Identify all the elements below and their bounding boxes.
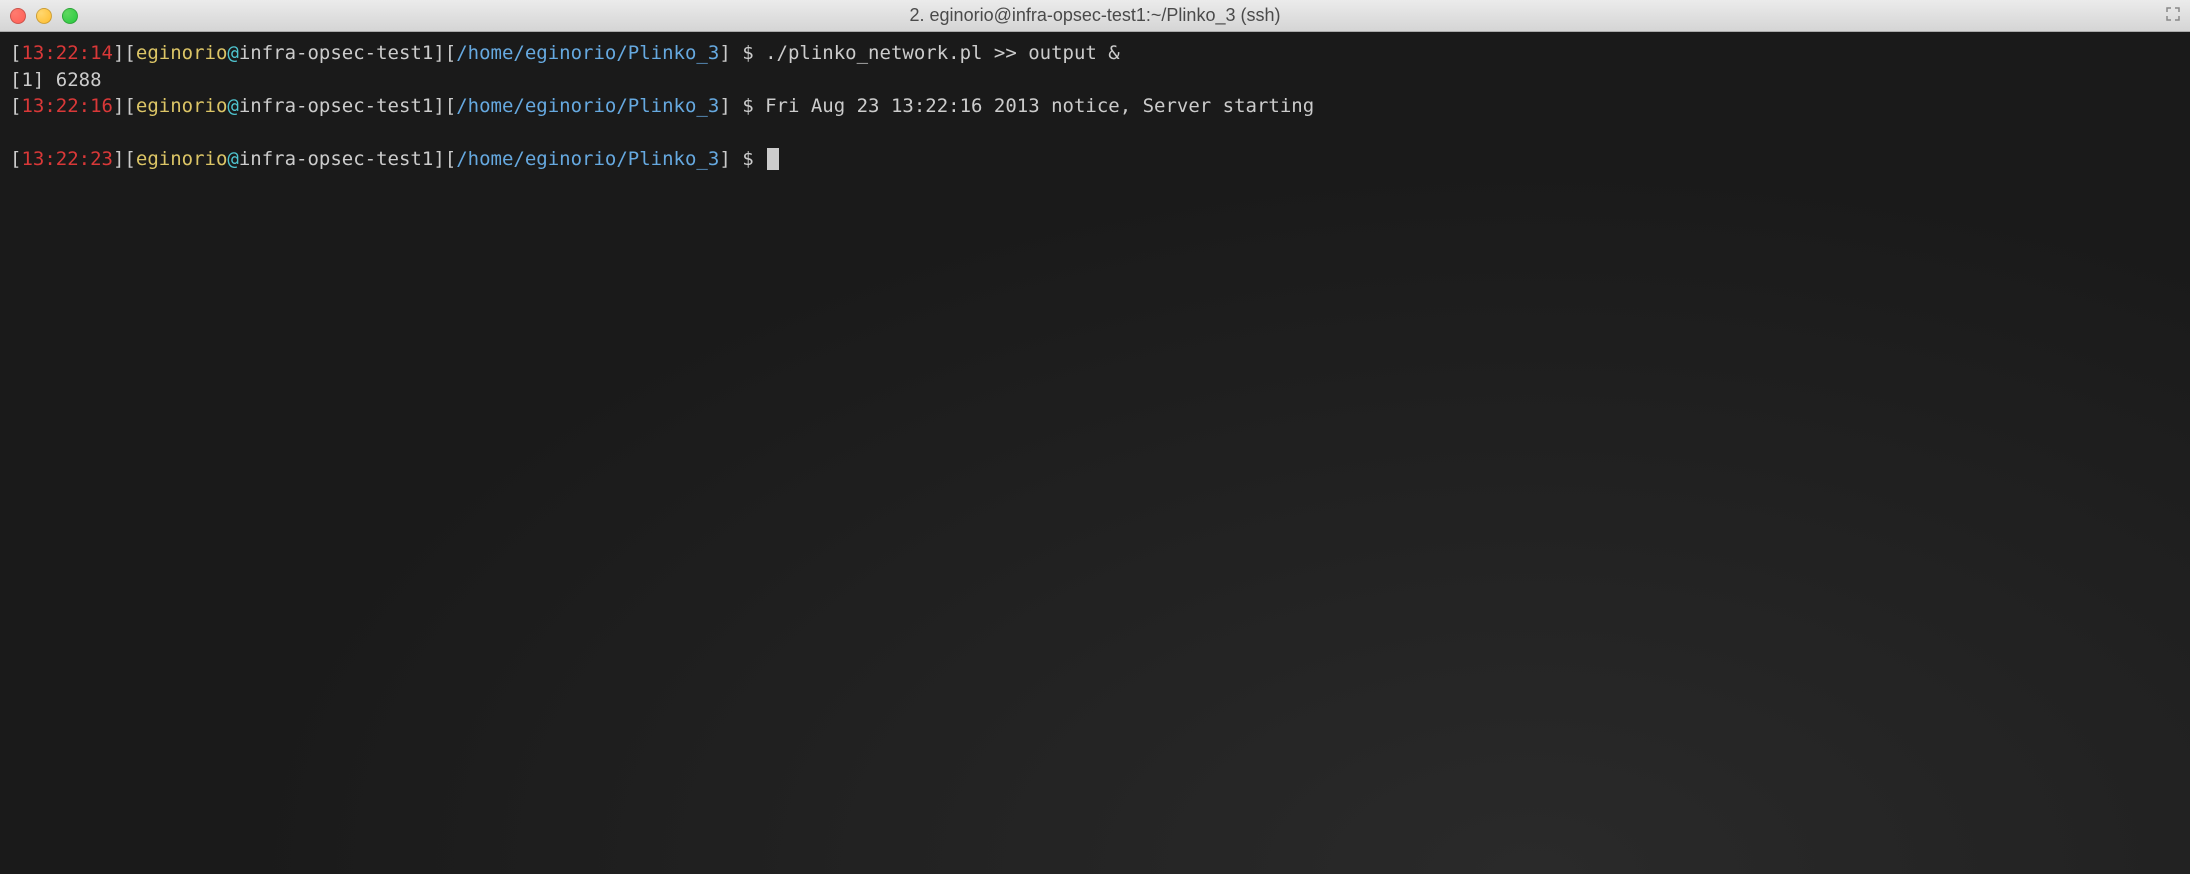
bracket: [ bbox=[124, 95, 135, 117]
terminal-line: [13:22:14][eginorio@infra-opsec-test1][/… bbox=[10, 40, 2180, 67]
bracket: ] bbox=[113, 95, 124, 117]
command-text: Fri Aug 23 13:22:16 2013 notice, Server … bbox=[765, 95, 1314, 117]
bracket: ] bbox=[113, 42, 124, 64]
prompt-dollar: $ bbox=[731, 95, 765, 117]
bracket: ] bbox=[719, 42, 730, 64]
cursor bbox=[767, 148, 779, 170]
prompt-dollar: $ bbox=[731, 148, 765, 170]
command-text: ./plinko_network.pl >> output & bbox=[765, 42, 1120, 64]
terminal-line: [13:22:23][eginorio@infra-opsec-test1][/… bbox=[10, 146, 2180, 173]
prompt-user: eginorio bbox=[136, 95, 228, 117]
terminal-line: [13:22:16][eginorio@infra-opsec-test1][/… bbox=[10, 93, 2180, 120]
bracket: ] bbox=[113, 148, 124, 170]
close-button[interactable] bbox=[10, 8, 26, 24]
at-symbol: @ bbox=[227, 148, 238, 170]
prompt-host: infra-opsec-test1 bbox=[239, 42, 433, 64]
bracket: [ bbox=[445, 95, 456, 117]
bracket: [ bbox=[124, 42, 135, 64]
bracket: [ bbox=[10, 148, 21, 170]
bracket: [ bbox=[10, 95, 21, 117]
prompt-host: infra-opsec-test1 bbox=[239, 148, 433, 170]
maximize-button[interactable] bbox=[62, 8, 78, 24]
bracket: [ bbox=[445, 42, 456, 64]
prompt-host: infra-opsec-test1 bbox=[239, 95, 433, 117]
terminal-content[interactable]: [13:22:14][eginorio@infra-opsec-test1][/… bbox=[0, 32, 2190, 874]
terminal-line bbox=[10, 120, 2180, 147]
prompt-time: 13:22:16 bbox=[21, 95, 113, 117]
prompt-path: /home/eginorio/Plinko_3 bbox=[456, 95, 719, 117]
prompt-user: eginorio bbox=[136, 42, 228, 64]
at-symbol: @ bbox=[227, 95, 238, 117]
bracket: ] bbox=[719, 95, 730, 117]
window-title: 2. eginorio@infra-opsec-test1:~/Plinko_3… bbox=[910, 5, 1281, 26]
terminal-line: [1] 6288 bbox=[10, 67, 2180, 94]
minimize-button[interactable] bbox=[36, 8, 52, 24]
bracket: ] bbox=[433, 148, 444, 170]
prompt-time: 13:22:23 bbox=[21, 148, 113, 170]
bracket: ] bbox=[433, 42, 444, 64]
prompt-user: eginorio bbox=[136, 148, 228, 170]
bracket: [ bbox=[10, 42, 21, 64]
bracket: ] bbox=[719, 148, 730, 170]
bracket: ] bbox=[433, 95, 444, 117]
prompt-dollar: $ bbox=[731, 42, 765, 64]
prompt-path: /home/eginorio/Plinko_3 bbox=[456, 42, 719, 64]
expand-icon[interactable] bbox=[2166, 7, 2180, 24]
prompt-time: 13:22:14 bbox=[21, 42, 113, 64]
bracket: [ bbox=[445, 148, 456, 170]
output-text: [1] 6288 bbox=[10, 69, 102, 91]
titlebar: 2. eginorio@infra-opsec-test1:~/Plinko_3… bbox=[0, 0, 2190, 32]
bracket: [ bbox=[124, 148, 135, 170]
traffic-lights bbox=[10, 8, 78, 24]
prompt-path: /home/eginorio/Plinko_3 bbox=[456, 148, 719, 170]
at-symbol: @ bbox=[227, 42, 238, 64]
